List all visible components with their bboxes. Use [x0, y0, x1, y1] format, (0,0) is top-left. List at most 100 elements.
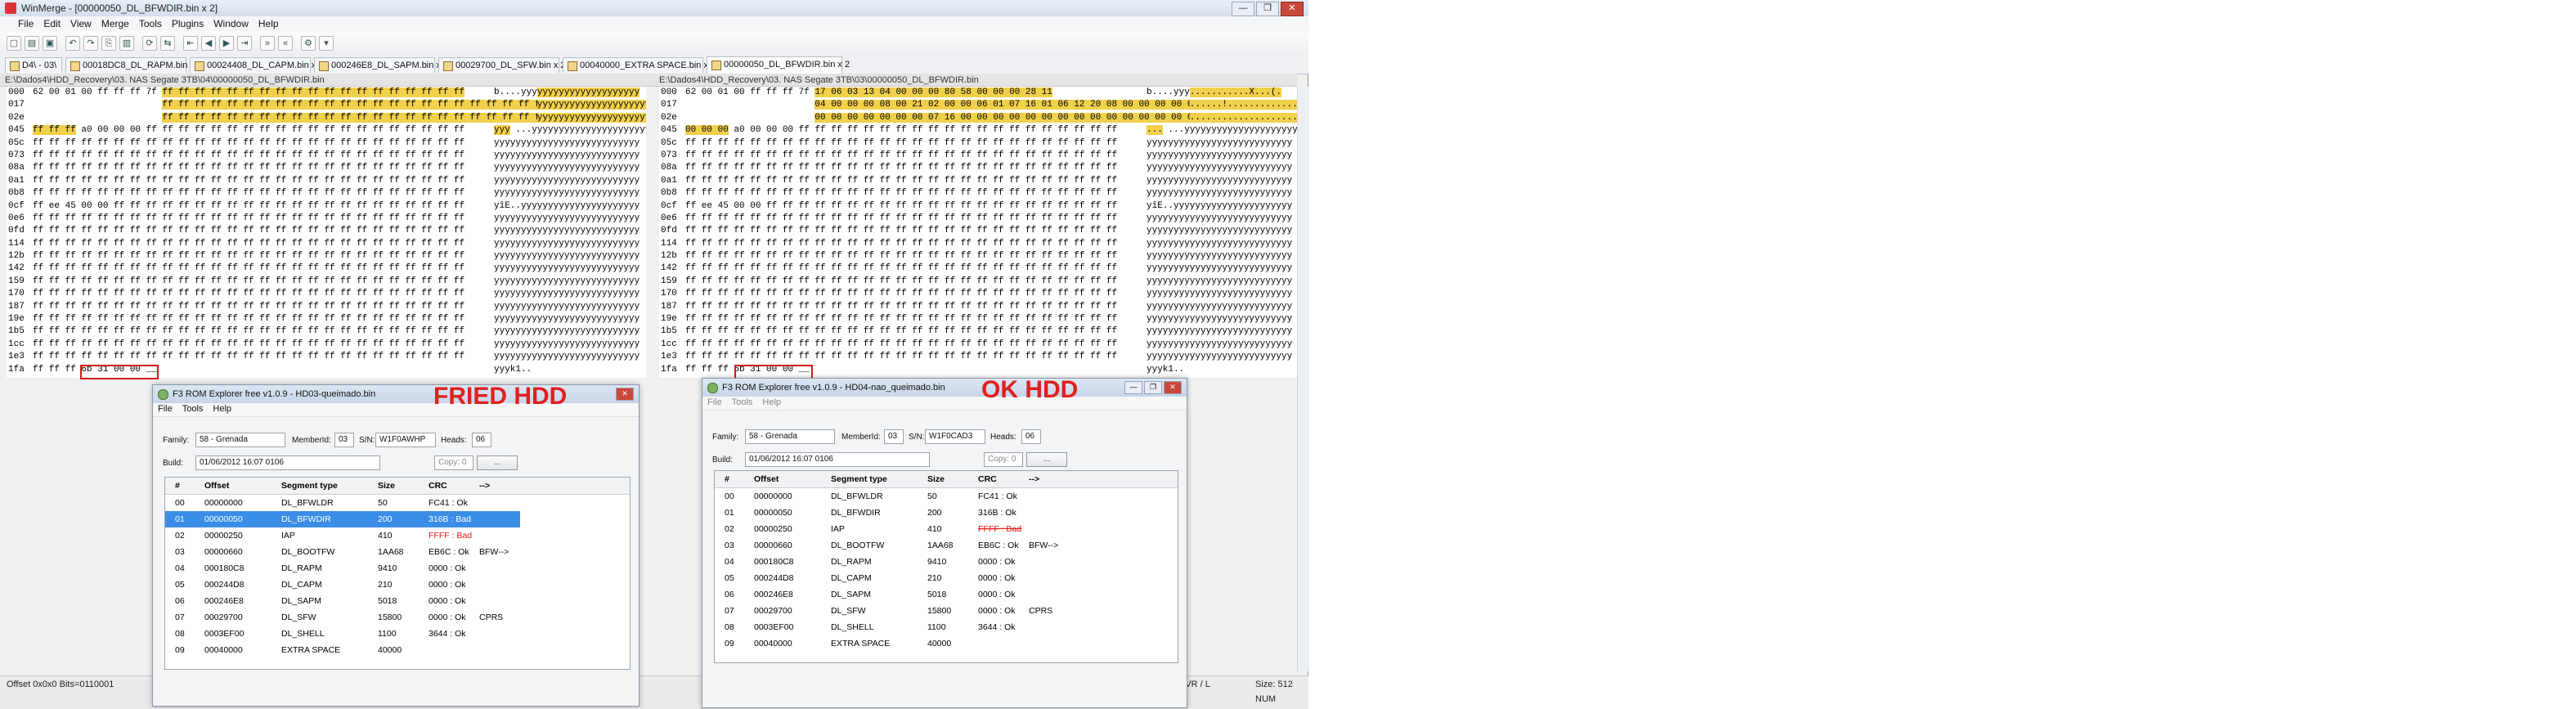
hex-row[interactable]: 1b5 ff ff ff ff ff ff ff ff ff ff ff ff f… [7, 325, 646, 338]
hex-row[interactable]: 19e ff ff ff ff ff ff ff ff ff ff ff ff f… [659, 313, 1297, 325]
hex-row[interactable]: 0a1 ff ff ff ff ff ff ff ff ff ff ff ff f… [659, 175, 1297, 187]
hex-row[interactable]: 0b8 ff ff ff ff ff ff ff ff ff ff ff ff f… [7, 187, 646, 200]
minimize-button[interactable]: — [1232, 2, 1254, 16]
hex-row[interactable]: 0a1 ff ff ff ff ff ff ff ff ff ff ff ff f… [7, 175, 646, 187]
menu-file[interactable]: File [13, 16, 38, 31]
table-row[interactable]: 01 00000050 DL_BFWDIR 200 316B : Bad [165, 511, 520, 527]
dialog-menu-file[interactable]: File [702, 397, 727, 408]
hex-row[interactable]: 187 ff ff ff ff ff ff ff ff ff ff ff ff f… [7, 301, 646, 313]
table-row[interactable]: 09 00040000 EXTRA SPACE 40000 [715, 635, 1178, 652]
hex-row[interactable]: 0e6 ff ff ff ff ff ff ff ff ff ff ff ff f… [7, 213, 646, 225]
tab-bfwdir[interactable]: 00000050_DL_BFWDIR.bin x 2 [707, 56, 850, 74]
member-id-field[interactable]: 03 [334, 433, 354, 447]
menu-edit[interactable]: Edit [38, 16, 65, 31]
prev-diff-icon[interactable]: ◀ [201, 36, 216, 51]
family-field[interactable]: 58 - Grenada [745, 429, 835, 444]
tab-folder-compare[interactable]: D4\ - 03\ [5, 57, 62, 73]
table-row[interactable]: 06 000246E8 DL_SAPM 5018 0000 : Ok [715, 586, 1178, 603]
hex-row[interactable]: 170 ff ff ff ff ff ff ff ff ff ff ff ff f… [659, 288, 1297, 300]
paste-icon[interactable]: ▥ [119, 36, 134, 51]
table-row[interactable]: 04 000180C8 DL_RAPM 9410 0000 : Ok [715, 554, 1178, 570]
menu-help[interactable]: Help [254, 16, 284, 31]
hex-row[interactable]: 1e3 ff ff ff ff ff ff ff ff ff ff ff ff f… [659, 351, 1297, 363]
menu-merge[interactable]: Merge [96, 16, 134, 31]
hex-row[interactable]: 114 ff ff ff ff ff ff ff ff ff ff ff ff f… [7, 238, 646, 250]
table-row[interactable]: 02 00000250 IAP 410 FFFF : Bad [165, 527, 630, 544]
menu-plugins[interactable]: Plugins [167, 16, 209, 31]
tab-sapm[interactable]: 000246E8_DL_SAPM.bin x 2 [314, 57, 448, 73]
hex-row[interactable]: 114 ff ff ff ff ff ff ff ff ff ff ff ff f… [659, 238, 1297, 250]
tab-extra-space[interactable]: 00040000_EXTRA SPACE.bin x 2 [563, 57, 716, 73]
menu-view[interactable]: View [65, 16, 96, 31]
dialog-menu-help[interactable]: Help [208, 403, 236, 415]
copy-left-icon[interactable]: « [278, 36, 293, 51]
menu-window[interactable]: Window [209, 16, 254, 31]
sn-field[interactable]: W1F0AWHP [375, 433, 436, 447]
table-row[interactable]: 04 000180C8 DL_RAPM 9410 0000 : Ok [165, 560, 630, 577]
compare-icon[interactable]: ⇆ [160, 36, 175, 51]
dialog-maximize-button[interactable]: ❐ [1144, 381, 1162, 394]
hex-row[interactable]: 1b5 ff ff ff ff ff ff ff ff ff ff ff ff f… [659, 325, 1297, 338]
hex-row[interactable]: 0fd ff ff ff ff ff ff ff ff ff ff ff ff f… [7, 225, 646, 237]
vertical-scrollbar[interactable] [1297, 87, 1309, 671]
hex-row[interactable]: 045 00 00 00 a0 00 00 00 ff ff ff ff ff f… [659, 124, 1297, 137]
heads-field[interactable]: 06 [472, 433, 491, 447]
table-row[interactable]: 08 0003EF00 DL_SHELL 1100 3644 : Ok [715, 619, 1178, 635]
hex-row[interactable]: 02e ff ff ff ff ff ff ff ff ff ff ff ff f… [7, 112, 646, 124]
build-field[interactable]: 01/06/2012 16:07 0106 [195, 455, 380, 470]
dialog-close-button[interactable]: ✕ [1164, 381, 1182, 394]
dialog-menu-tools[interactable]: Tools [177, 403, 209, 415]
maximize-button[interactable]: ❐ [1256, 2, 1279, 16]
member-id-field[interactable]: 03 [884, 429, 904, 444]
dropdown-icon[interactable]: ▾ [319, 36, 334, 51]
table-row[interactable]: 07 00029700 DL_SFW 15800 0000 : Ok CPRS [715, 603, 1178, 619]
last-diff-icon[interactable]: ⇥ [237, 36, 252, 51]
hex-row[interactable]: 045 ff ff ff a0 00 00 00 ff ff ff ff ff f… [7, 124, 646, 137]
hex-row[interactable]: 159 ff ff ff ff ff ff ff ff ff ff ff ff f… [7, 276, 646, 288]
table-row[interactable]: 07 00029700 DL_SFW 15800 0000 : Ok CPRS [165, 609, 630, 626]
redo-icon[interactable]: ↷ [83, 36, 98, 51]
dialog-menu-tools[interactable]: Tools [727, 397, 758, 408]
close-button[interactable]: ✕ [1281, 2, 1304, 16]
dialog-menu-help[interactable]: Help [757, 397, 786, 408]
hex-row[interactable]: 000 62 00 01 00 ff ff ff 7f 17 06 03 13 0… [659, 87, 1297, 99]
dialog-menu-file[interactable]: File [153, 403, 177, 415]
table-row[interactable]: 00 00000000 DL_BFWLDR 50 FC41 : Ok [165, 495, 630, 511]
table-row[interactable]: 02 00000250 IAP 410 FFFF : Bad [715, 521, 1178, 537]
hex-row[interactable]: 1cc ff ff ff ff ff ff ff ff ff ff ff ff f… [659, 339, 1297, 351]
hex-row[interactable]: 19e ff ff ff ff ff ff ff ff ff ff ff ff f… [7, 313, 646, 325]
menu-tools[interactable]: Tools [134, 16, 167, 31]
hex-row[interactable]: 1e3 ff ff ff ff ff ff ff ff ff ff ff ff f… [7, 351, 646, 363]
tab-capm[interactable]: 00024408_DL_CAPM.bin x 2 [190, 57, 323, 73]
table-row[interactable]: 06 000246E8 DL_SAPM 5018 0000 : Ok [165, 593, 630, 609]
table-row[interactable]: 09 00040000 EXTRA SPACE 40000 [165, 642, 630, 658]
hex-row[interactable]: 017 ff ff ff ff ff ff ff ff ff ff ff ff f… [7, 99, 646, 111]
hex-row[interactable]: 0cf ff ee 45 00 00 ff ff ff ff ff ff ff f… [659, 200, 1297, 213]
hex-row[interactable]: 142 ff ff ff ff ff ff ff ff ff ff ff ff f… [659, 263, 1297, 275]
family-field[interactable]: 58 - Grenada [195, 433, 285, 447]
first-diff-icon[interactable]: ⇤ [183, 36, 198, 51]
copy-icon[interactable]: ⎘ [101, 36, 116, 51]
hex-row[interactable]: 159 ff ff ff ff ff ff ff ff ff ff ff ff f… [659, 276, 1297, 288]
undo-icon[interactable]: ↶ [65, 36, 80, 51]
copy-field[interactable]: Copy: 0 [434, 455, 473, 470]
refresh-icon[interactable]: ⟳ [142, 36, 157, 51]
hex-row[interactable]: 073 ff ff ff ff ff ff ff ff ff ff ff ff f… [659, 150, 1297, 162]
next-diff-icon[interactable]: ▶ [219, 36, 234, 51]
right-hex-pane[interactable]: 000 62 00 01 00 ff ff ff 7f 17 06 03 13 0… [659, 87, 1297, 378]
hex-row[interactable]: 0e6 ff ff ff ff ff ff ff ff ff ff ff ff f… [659, 213, 1297, 225]
table-row[interactable]: 05 000244D8 DL_CAPM 210 0000 : Ok [165, 577, 630, 593]
hex-row[interactable]: 12b ff ff ff ff ff ff ff ff ff ff ff ff f… [7, 250, 646, 263]
open-icon[interactable]: ▤ [25, 36, 39, 51]
sn-field[interactable]: W1F0CAD3 [925, 429, 985, 444]
hex-row[interactable]: 02e 00 00 00 00 00 00 00 07 16 00 00 00 0… [659, 112, 1297, 124]
heads-field[interactable]: 06 [1021, 429, 1041, 444]
table-row[interactable]: 00 00000000 DL_BFWLDR 50 FC41 : Ok [715, 488, 1178, 505]
hex-row[interactable]: 0fd ff ff ff ff ff ff ff ff ff ff ff ff f… [659, 225, 1297, 237]
browse-button[interactable]: ... [477, 455, 518, 470]
copy-field[interactable]: Copy: 0 [984, 452, 1023, 467]
table-row[interactable]: 08 0003EF00 DL_SHELL 1100 3644 : Ok [165, 626, 630, 642]
hex-row[interactable]: 12b ff ff ff ff ff ff ff ff ff ff ff ff f… [659, 250, 1297, 263]
hex-row[interactable]: 142 ff ff ff ff ff ff ff ff ff ff ff ff f… [7, 263, 646, 275]
hex-row[interactable]: 05c ff ff ff ff ff ff ff ff ff ff ff ff f… [659, 137, 1297, 150]
